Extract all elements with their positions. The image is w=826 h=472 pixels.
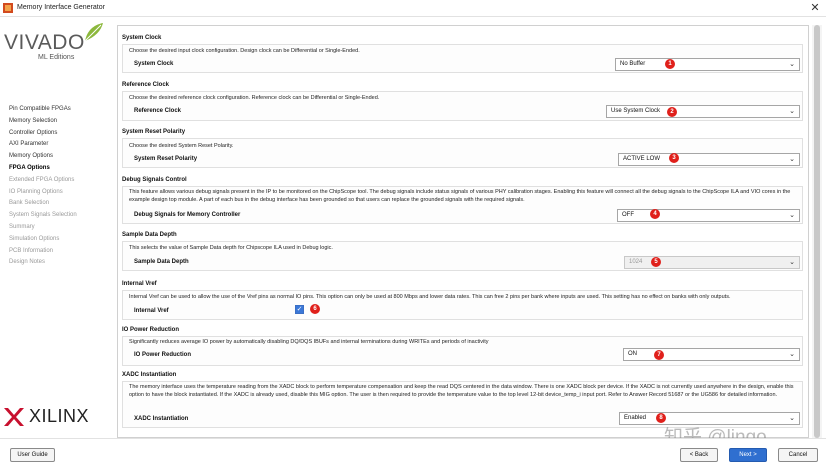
app-icon bbox=[3, 3, 13, 13]
wizard-step[interactable]: Memory Options bbox=[9, 151, 77, 163]
internal-vref-checkbox[interactable]: ✓ bbox=[295, 305, 304, 314]
field-label: Reference Clock bbox=[134, 108, 182, 114]
select-value: ON bbox=[628, 351, 637, 357]
vivado-logo: VIVADO ML Editions bbox=[4, 21, 104, 76]
annotation-badge: 2 bbox=[667, 107, 677, 117]
select-value: OFF bbox=[622, 212, 634, 218]
field-label: Sample Data Depth bbox=[134, 259, 189, 265]
reset-polarity-select[interactable]: ACTIVE LOW ⌄ bbox=[618, 153, 800, 166]
select-value: 1024 bbox=[629, 259, 643, 265]
wizard-step: Design Notes bbox=[9, 259, 46, 266]
wizard-step[interactable]: AXI Parameter bbox=[9, 139, 77, 151]
section-desc: Choose the desired System Reset Polarity… bbox=[129, 143, 234, 149]
title-bar: Memory Interface Generator ✕ bbox=[0, 0, 826, 17]
bottom-bar: User Guide < Back Next > Cancel bbox=[0, 438, 826, 472]
system-clock-select[interactable]: No Buffer ⌄ bbox=[615, 58, 800, 71]
field-label: System Clock bbox=[134, 61, 174, 67]
wizard-step[interactable]: Pin Compatible FPGAs bbox=[9, 104, 77, 116]
field-label: System Reset Polarity bbox=[134, 156, 198, 162]
select-value: ACTIVE LOW bbox=[623, 156, 661, 162]
chevron-down-icon: ⌄ bbox=[789, 156, 795, 163]
wizard-step: IO Planning Options bbox=[9, 188, 63, 195]
section-title-internal-vref: Internal Vref bbox=[122, 281, 157, 287]
section-desc: Choose the desired reference clock confi… bbox=[129, 95, 380, 101]
section-desc: This feature allows various debug signal… bbox=[129, 189, 791, 203]
annotation-badge: 3 bbox=[669, 153, 679, 163]
select-value: Use System Clock bbox=[611, 108, 661, 114]
wizard-step: System Signals Selection bbox=[9, 212, 77, 219]
product-edition: ML Editions bbox=[38, 54, 75, 61]
vertical-scrollbar[interactable] bbox=[812, 25, 822, 438]
options-panel: System Clock Choose the desired input cl… bbox=[117, 25, 809, 438]
chevron-down-icon: ⌄ bbox=[789, 351, 795, 358]
window-title: Memory Interface Generator bbox=[17, 4, 105, 11]
section-desc: This selects the value of Sample Data de… bbox=[129, 245, 333, 251]
select-value: No Buffer bbox=[620, 61, 646, 67]
section-desc: The memory interface uses the temperatur… bbox=[129, 384, 794, 398]
wizard-step: Summary bbox=[9, 223, 35, 230]
annotation-badge: 6 bbox=[310, 304, 320, 314]
chevron-down-icon: ⌄ bbox=[789, 415, 795, 422]
wizard-steps: Pin Compatible FPGAs Memory Selection Co… bbox=[9, 104, 77, 269]
chevron-down-icon: ⌄ bbox=[789, 212, 795, 219]
cancel-button[interactable]: Cancel bbox=[778, 448, 818, 462]
product-name: VIVADO bbox=[4, 31, 85, 54]
section-title-debug: Debug Signals Control bbox=[122, 177, 187, 183]
wizard-step: Bank Selection bbox=[9, 200, 50, 207]
annotation-badge: 1 bbox=[665, 59, 675, 69]
annotation-badge: 5 bbox=[651, 257, 661, 267]
close-icon[interactable]: ✕ bbox=[808, 1, 822, 15]
debug-signals-select[interactable]: OFF ⌄ bbox=[617, 209, 800, 222]
wizard-step: PCB Information bbox=[9, 247, 54, 254]
scrollbar-thumb[interactable] bbox=[814, 25, 820, 438]
wizard-step[interactable]: Memory Selection bbox=[9, 116, 77, 128]
field-label: IO Power Reduction bbox=[134, 352, 192, 358]
wizard-step: Simulation Options bbox=[9, 235, 60, 242]
leaf-icon bbox=[84, 23, 103, 42]
wizard-step[interactable]: Controller Options bbox=[9, 128, 77, 140]
chevron-down-icon: ⌄ bbox=[789, 61, 795, 68]
user-guide-button[interactable]: User Guide bbox=[10, 448, 55, 462]
section-desc: Internal Vref can be used to allow the u… bbox=[129, 294, 731, 300]
annotation-badge: 7 bbox=[654, 350, 664, 360]
section-title-io-power: IO Power Reduction bbox=[122, 327, 180, 333]
section-title-reference-clock: Reference Clock bbox=[122, 82, 170, 88]
chevron-down-icon: ⌄ bbox=[789, 259, 795, 266]
chevron-down-icon: ⌄ bbox=[789, 108, 795, 115]
section-title-reset-polarity: System Reset Polarity bbox=[122, 129, 186, 135]
field-label: Internal Vref bbox=[134, 308, 169, 314]
vendor-name: XILINX bbox=[29, 406, 90, 426]
section-title-system-clock: System Clock bbox=[122, 35, 162, 41]
back-button[interactable]: < Back bbox=[680, 448, 718, 462]
section-desc: Significantly reduces average IO power b… bbox=[129, 339, 489, 345]
next-button[interactable]: Next > bbox=[729, 448, 767, 462]
section-title-xadc: XADC Instantiation bbox=[122, 372, 177, 378]
xilinx-logo: XILINX bbox=[3, 405, 113, 429]
wizard-step-current[interactable]: FPGA Options bbox=[9, 163, 77, 175]
left-pane: VIVADO ML Editions Pin Compatible FPGAs … bbox=[0, 17, 116, 438]
select-value: Enabled bbox=[624, 415, 647, 421]
section-title-sample-depth: Sample Data Depth bbox=[122, 232, 177, 238]
wizard-step: Extended FPGA Options bbox=[9, 176, 75, 183]
reference-clock-select[interactable]: Use System Clock ⌄ bbox=[606, 105, 800, 118]
annotation-badge: 4 bbox=[650, 209, 660, 219]
section-desc: Choose the desired input clock configura… bbox=[129, 48, 360, 54]
field-label: Debug Signals for Memory Controller bbox=[134, 212, 241, 218]
field-label: XADC Instantiation bbox=[134, 416, 189, 422]
xilinx-mark-icon bbox=[4, 408, 24, 426]
io-power-select[interactable]: ON ⌄ bbox=[623, 348, 800, 361]
